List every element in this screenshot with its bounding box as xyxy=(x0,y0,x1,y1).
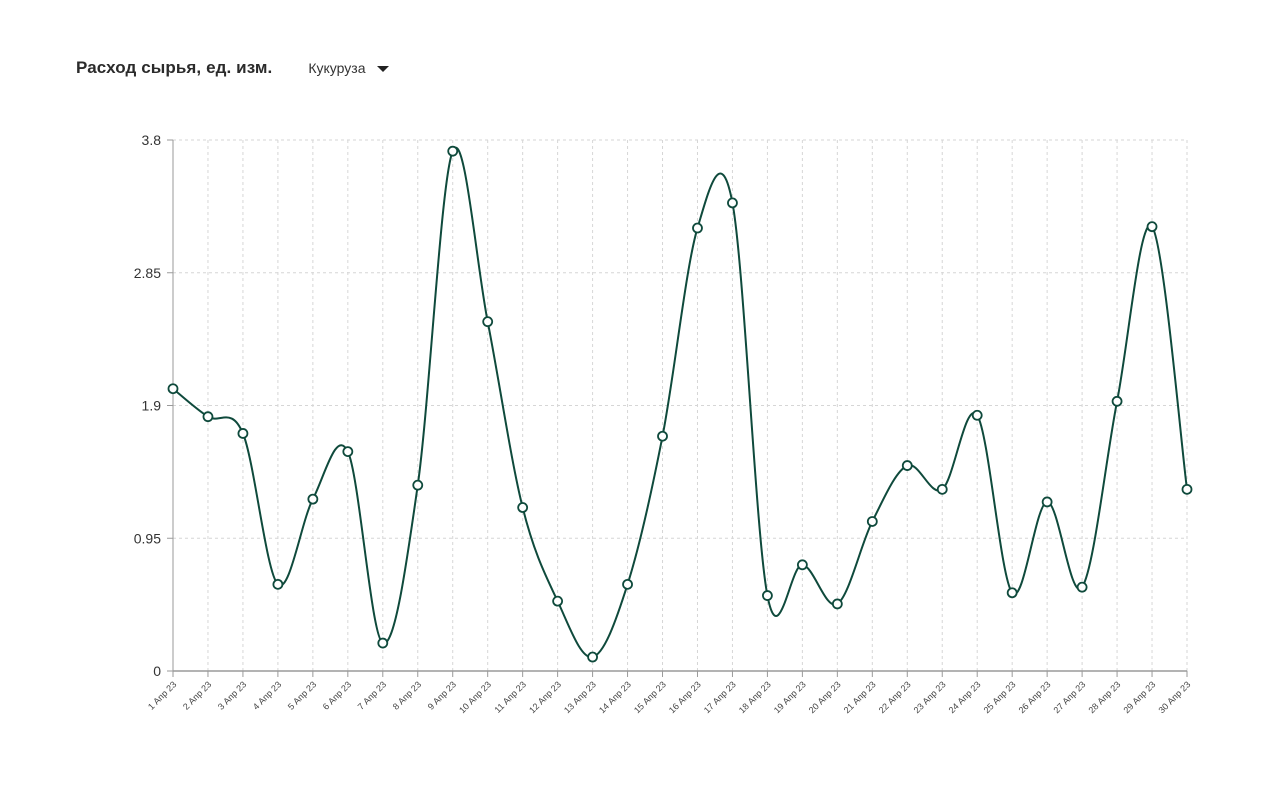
x-tick-label: 25 Апр 23 xyxy=(982,679,1018,715)
x-tick-label: 14 Апр 23 xyxy=(597,679,633,715)
x-tick-label: 13 Апр 23 xyxy=(562,679,598,715)
x-tick-label: 9 Апр 23 xyxy=(426,679,458,711)
data-point[interactable] xyxy=(482,316,494,328)
x-tick-labels: 1 Апр 23 2 Апр 23 3 Апр 23 4 Апр 23 5 Апр 23… xyxy=(146,679,1192,715)
x-tick-label: 11 Апр 23 xyxy=(493,679,529,715)
data-point[interactable] xyxy=(936,483,948,495)
y-tick-label: 1.9 xyxy=(142,398,162,414)
data-point[interactable] xyxy=(272,578,284,590)
data-point[interactable] xyxy=(1006,587,1018,599)
data-point[interactable] xyxy=(237,428,249,439)
series-layer xyxy=(172,146,1188,659)
y-tick-label: 0 xyxy=(153,663,161,679)
data-point[interactable] xyxy=(901,460,913,471)
x-tick-label: 19 Апр 23 xyxy=(772,679,808,715)
grid-lines xyxy=(172,139,1188,671)
x-tick-label: 5 Апр 23 xyxy=(286,679,318,711)
data-point[interactable] xyxy=(796,559,808,571)
y-tick-label: 2.85 xyxy=(134,265,161,281)
x-tick-label: 29 Апр 23 xyxy=(1121,679,1157,715)
data-point[interactable] xyxy=(692,222,703,234)
data-point[interactable] xyxy=(1146,221,1158,233)
data-point[interactable] xyxy=(1111,395,1123,407)
x-tick-label: 7 Апр 23 xyxy=(356,679,388,711)
x-tick-label: 6 Апр 23 xyxy=(321,679,353,711)
data-point[interactable] xyxy=(377,637,389,649)
data-point[interactable] xyxy=(587,651,598,663)
data-point[interactable] xyxy=(727,197,738,209)
x-tick-label: 26 Апр 23 xyxy=(1017,679,1053,715)
series-line xyxy=(172,146,1188,659)
data-point[interactable] xyxy=(1076,581,1088,593)
y-tick-label: 3.8 xyxy=(142,132,162,148)
data-point[interactable] xyxy=(762,590,773,601)
data-point[interactable] xyxy=(552,595,564,607)
data-point[interactable] xyxy=(1041,496,1053,508)
x-tick-label: 17 Апр 23 xyxy=(702,679,738,715)
y-tick-labels: 0 0.95 1.9 2.85 3.8 xyxy=(134,132,161,679)
line-chart: 0 0.95 1.9 2.85 3.8 1 Апр 23 2 Апр 23 3 Апр 23… xyxy=(134,132,1193,715)
data-point[interactable] xyxy=(412,479,424,491)
data-point[interactable] xyxy=(447,145,459,157)
x-tick-label: 15 Апр 23 xyxy=(632,679,668,715)
y-tick-label: 0.95 xyxy=(134,530,161,546)
data-point[interactable] xyxy=(657,430,668,442)
x-tick-label: 23 Апр 23 xyxy=(912,679,948,715)
x-tick-label: 12 Апр 23 xyxy=(527,679,563,715)
data-point[interactable] xyxy=(1181,483,1193,495)
x-tick-label: 22 Апр 23 xyxy=(877,679,913,715)
x-tick-label: 10 Апр 23 xyxy=(457,679,493,715)
x-tick-label: 18 Апр 23 xyxy=(737,679,773,715)
x-tick-label: 16 Апр 23 xyxy=(667,679,703,715)
axes xyxy=(167,139,1188,677)
data-point[interactable] xyxy=(866,516,878,527)
x-tick-label: 28 Апр 23 xyxy=(1086,679,1122,715)
x-tick-label: 2 Апр 23 xyxy=(181,679,213,711)
data-point[interactable] xyxy=(342,446,354,458)
x-tick-label: 8 Апр 23 xyxy=(391,679,423,711)
x-tick-label: 1 Апр 23 xyxy=(146,679,178,711)
data-point[interactable] xyxy=(167,383,179,395)
x-tick-label: 27 Апр 23 xyxy=(1052,679,1088,715)
x-tick-label: 3 Апр 23 xyxy=(216,679,248,711)
data-point[interactable] xyxy=(517,502,529,513)
data-points xyxy=(167,145,1193,663)
x-tick-label: 20 Апр 23 xyxy=(807,679,843,715)
x-tick-label: 4 Апр 23 xyxy=(251,679,283,711)
data-point[interactable] xyxy=(831,598,843,610)
x-tick-label: 24 Апр 23 xyxy=(947,679,983,715)
data-point[interactable] xyxy=(307,493,319,505)
data-point[interactable] xyxy=(202,411,214,423)
data-point[interactable] xyxy=(971,409,983,421)
x-tick-label: 21 Апр 23 xyxy=(842,679,878,715)
data-point[interactable] xyxy=(622,578,633,590)
x-tick-label: 30 Апр 23 xyxy=(1156,679,1192,715)
